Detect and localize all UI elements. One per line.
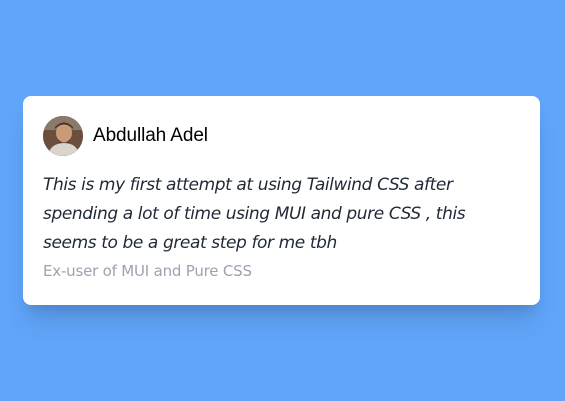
card-header: Abdullah Adel [43, 116, 520, 156]
testimonial-card: Abdullah Adel This is my first attempt a… [23, 96, 540, 305]
author-role: Ex-user of MUI and Pure CSS [43, 262, 252, 280]
author-name: Abdullah Adel [93, 125, 208, 146]
user-avatar-icon [43, 116, 83, 156]
testimonial-quote: This is my first attempt at using Tailwi… [43, 175, 466, 253]
avatar [43, 116, 83, 156]
